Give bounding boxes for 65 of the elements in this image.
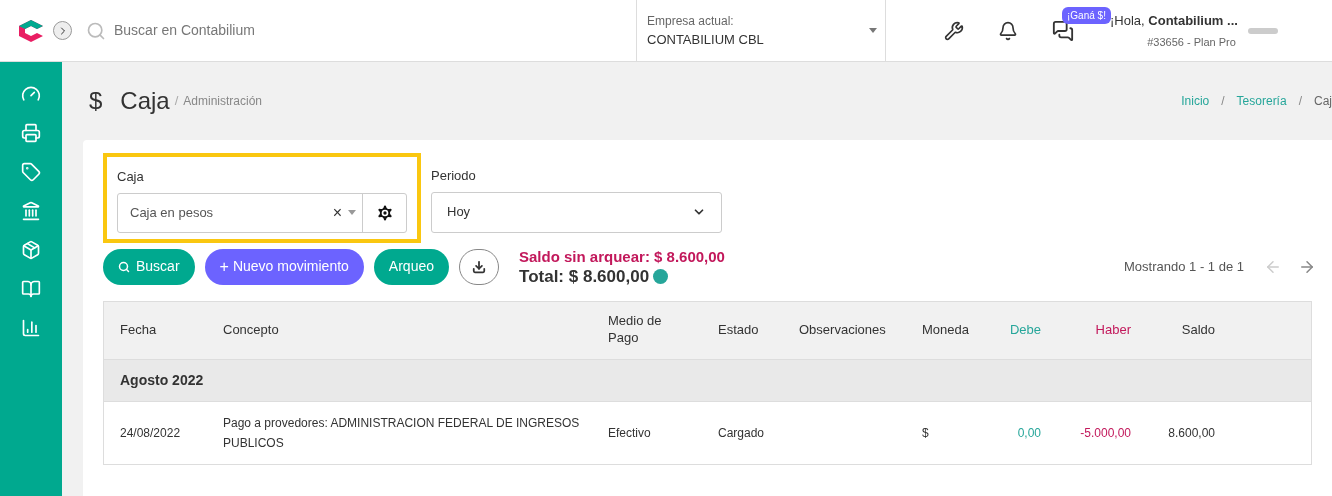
bank-icon[interactable]	[21, 201, 41, 221]
unreconciled-balance: Saldo sin arquear: $ 8.600,00	[519, 246, 725, 267]
caret-icon	[869, 28, 877, 33]
periodo-label: Periodo	[431, 167, 477, 185]
page-icon: $	[89, 83, 103, 119]
user-greeting[interactable]: ¡Hola, Contabilium ...	[1110, 11, 1238, 31]
column-header: Medio de Pago	[608, 312, 663, 347]
table-cell: Cargado	[718, 425, 765, 440]
search-icon	[118, 260, 130, 273]
title-separator: /	[174, 92, 179, 111]
column-header: Haber	[1095, 321, 1131, 339]
table-cell: $	[922, 425, 929, 440]
company-name: CONTABILIUM CBL	[647, 30, 764, 49]
bar-chart-icon[interactable]	[21, 318, 41, 338]
column-header: Debe	[1009, 321, 1041, 339]
periodo-value: Hoy	[447, 203, 472, 222]
search-icon	[86, 20, 106, 41]
gauge-icon[interactable]	[21, 84, 41, 104]
plus-icon: +	[219, 254, 229, 279]
column-header: Concepto	[223, 321, 279, 339]
breadcrumb-link[interactable]: Caj	[1314, 92, 1332, 110]
total-balance: Total: $ 8.600,00	[519, 266, 650, 287]
caja-select[interactable]: Caja en pesos ×	[117, 192, 407, 233]
clear-button[interactable]: ×	[332, 200, 342, 225]
periodo-select[interactable]: Hoy	[431, 191, 722, 233]
pagination-text: Mostrando 1 - 1 de 1	[1124, 257, 1244, 276]
promo-badge[interactable]: ¡Ganá $!	[1062, 6, 1111, 24]
caret-icon	[348, 210, 356, 215]
brand-logo-icon	[1247, 27, 1278, 34]
column-header: Moneda	[922, 321, 969, 339]
table-cell: 8.600,00	[1168, 425, 1215, 440]
logo-icon[interactable]	[18, 18, 44, 43]
book-icon[interactable]	[21, 279, 41, 299]
user-plan: #33656 - Plan Pro	[1147, 34, 1236, 50]
search-button[interactable]: Buscar	[103, 248, 195, 285]
bell-icon[interactable]	[998, 20, 1018, 41]
caja-label: Caja	[117, 168, 145, 186]
table-cell: Efectivo	[608, 425, 651, 440]
page-title: Caja	[120, 86, 170, 116]
new-movement-button[interactable]: + Nuevo movimiento	[204, 248, 364, 285]
column-header: Fecha	[120, 321, 157, 339]
company-selector[interactable]: Empresa actual: CONTABILIUM CBL	[636, 0, 886, 61]
column-header: Observaciones	[799, 321, 886, 339]
download-icon	[472, 259, 486, 274]
expand-sidebar-button[interactable]	[53, 21, 72, 40]
search-field[interactable]: Buscar en Contabilium	[114, 20, 414, 41]
breadcrumb-separator: /	[1221, 93, 1225, 110]
arqueo-button[interactable]: Arqueo	[373, 248, 449, 285]
table-cell: 24/08/2022	[120, 425, 181, 440]
breadcrumb-separator: /	[1298, 93, 1302, 110]
group-title: Agosto 2022	[120, 370, 204, 390]
breadcrumb-link[interactable]: Inicio	[1181, 92, 1210, 110]
company-label: Empresa actual:	[647, 12, 735, 30]
caja-value: Caja en pesos	[129, 203, 215, 222]
table-cell: -5.000,00	[1080, 425, 1131, 440]
table-cell: 0,00	[1017, 425, 1041, 440]
table-cell: Pago a provedores: ADMINISTRACION FEDERAL DE INGRESOS PUBLICOS	[223, 415, 580, 450]
printer-icon[interactable]	[21, 123, 41, 143]
breadcrumb-link[interactable]: Tesorería	[1236, 92, 1287, 110]
column-header: Saldo	[1181, 321, 1215, 339]
page-subtitle: Administración	[183, 93, 263, 110]
wrench-icon[interactable]	[944, 20, 964, 41]
tag-icon[interactable]	[21, 162, 41, 182]
column-header: Estado	[718, 321, 759, 339]
box-icon[interactable]	[21, 240, 41, 260]
